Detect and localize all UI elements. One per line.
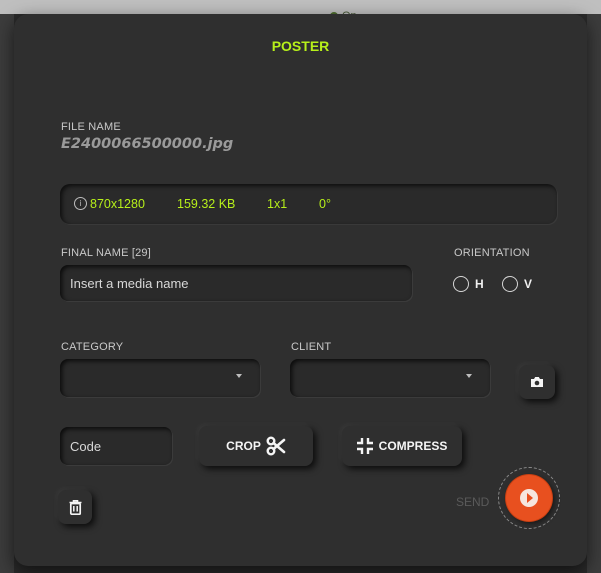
orientation-v-label: V [524,277,533,291]
client-label: CLIENT [291,341,332,353]
play-triangle [527,493,533,503]
media-resolution: 870x1280 [90,197,145,211]
category-label: CATEGORY [61,341,124,353]
orientation-h-radio[interactable] [453,276,469,292]
delete-button[interactable] [58,490,92,524]
trash-icon [69,499,81,515]
scissors-icon [266,436,286,456]
media-size: 159.32 KB [177,197,236,211]
camera-icon [531,377,543,387]
media-ratio: 1x1 [267,197,288,211]
background-window [0,0,601,14]
file-name-value: E2400066500000.jpg [61,136,234,152]
chevron-down-icon [236,374,242,378]
final-name-input[interactable] [60,265,412,301]
orientation-label: ORIENTATION [454,247,530,259]
crop-button-label: CROP [226,439,261,453]
final-name-label: FINAL NAME [29] [61,247,152,259]
compress-button-label: COMPRESS [378,439,448,453]
info-icon: i [74,197,87,210]
file-name-label: FILE NAME [61,121,121,133]
crop-button[interactable]: CROP [199,426,313,466]
compress-icon [356,438,373,454]
category-select[interactable] [60,359,260,397]
compress-button[interactable]: COMPRESS [342,426,462,466]
send-button[interactable] [506,475,552,521]
background-left [0,14,14,573]
media-info-bar: i 870x1280 159.32 KB 1x1 0° [60,184,557,224]
media-rotation: 0° [319,197,331,211]
dialog-title: POSTER [271,38,330,54]
send-label: SEND [456,495,490,509]
poster-dialog: POSTER FILE NAME E2400066500000.jpg i 87… [14,14,587,566]
camera-button[interactable] [519,365,555,399]
client-select[interactable] [290,359,490,397]
orientation-h-label: H [475,277,484,291]
chevron-down-icon [466,374,472,378]
orientation-v-radio[interactable] [502,276,518,292]
code-input[interactable] [60,427,172,465]
background-right [587,14,601,573]
